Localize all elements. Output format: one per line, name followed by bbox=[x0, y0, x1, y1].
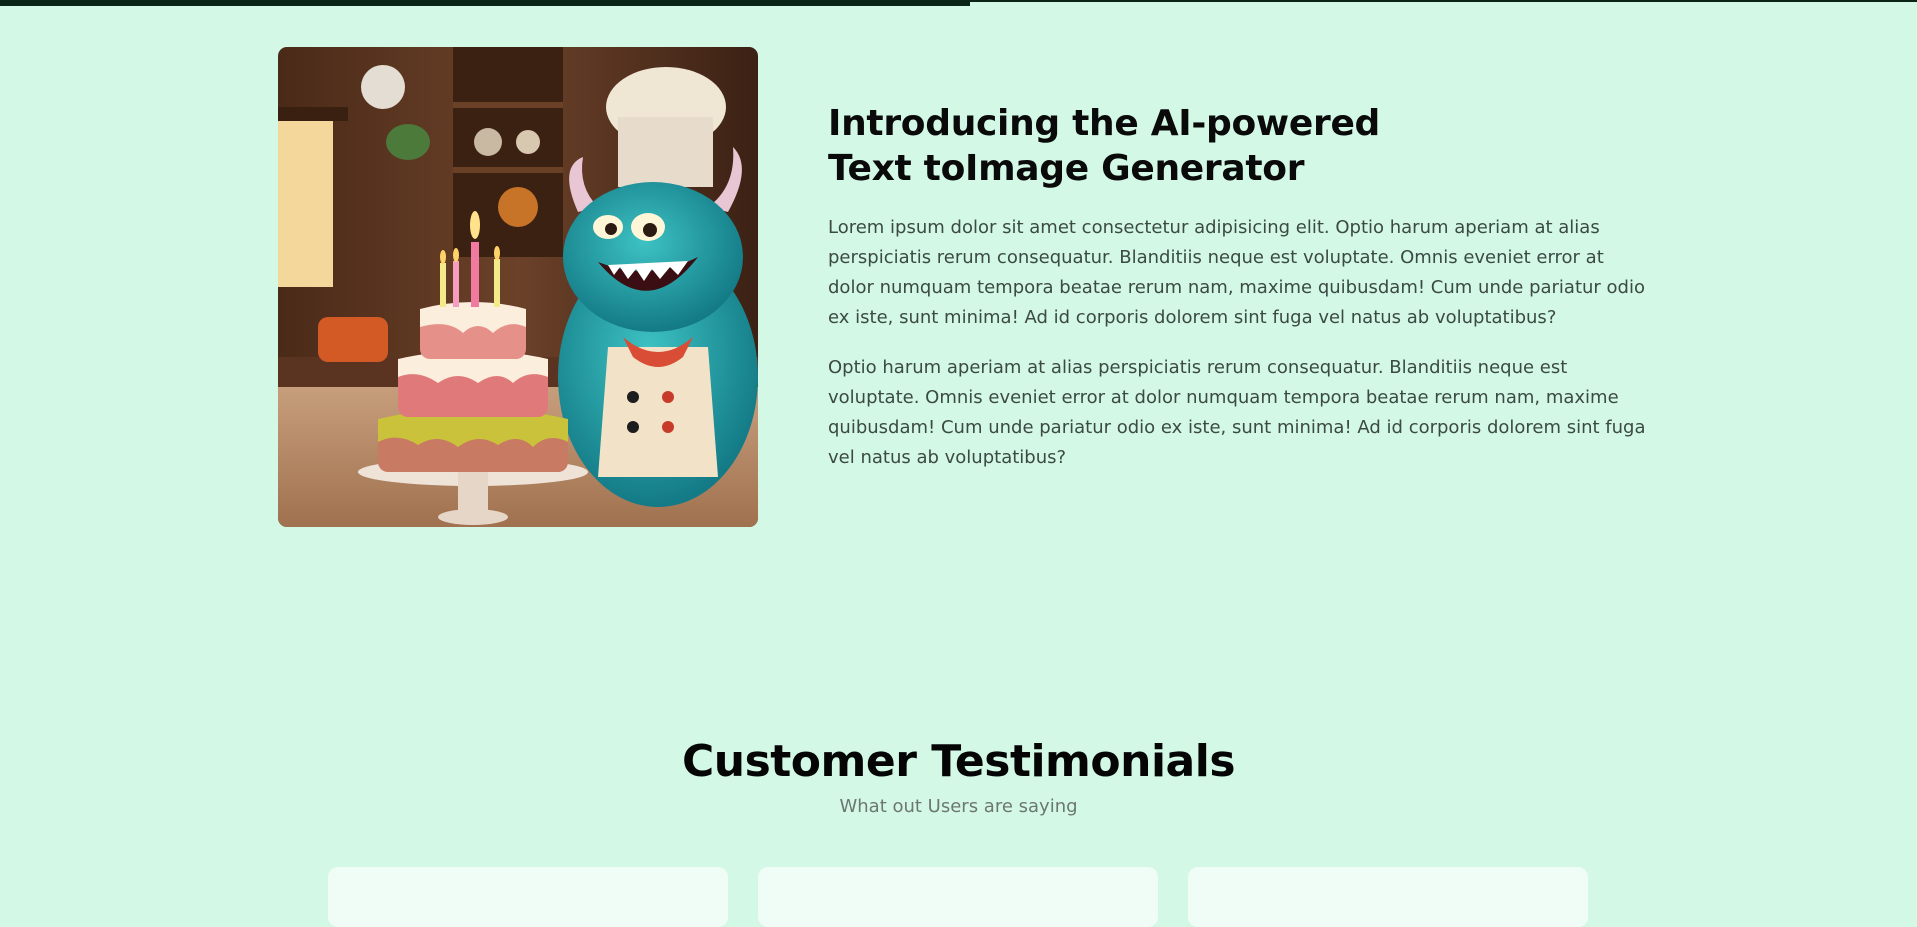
feature-text: Introducing the AI-powered Text toImage … bbox=[828, 101, 1648, 473]
testimonial-card-2 bbox=[758, 867, 1158, 927]
testimonial-card-1 bbox=[328, 867, 728, 927]
testimonial-card-3 bbox=[1188, 867, 1588, 927]
testimonials-section: Customer Testimonials What out Users are… bbox=[0, 734, 1917, 820]
scroll-progress-fill bbox=[0, 0, 970, 6]
feature-image bbox=[278, 47, 758, 527]
feature-paragraph-1: Lorem ipsum dolor sit amet consectetur a… bbox=[828, 217, 1645, 328]
feature-paragraph-2: Optio harum aperiam at alias perspiciati… bbox=[828, 357, 1646, 468]
feature-title: Introducing the AI-powered Text toImage … bbox=[828, 103, 1381, 189]
testimonials-title: Customer Testimonials bbox=[681, 736, 1236, 787]
scroll-progress-bar bbox=[0, 0, 1917, 6]
testimonials-subtitle: What out Users are saying bbox=[839, 796, 1078, 817]
